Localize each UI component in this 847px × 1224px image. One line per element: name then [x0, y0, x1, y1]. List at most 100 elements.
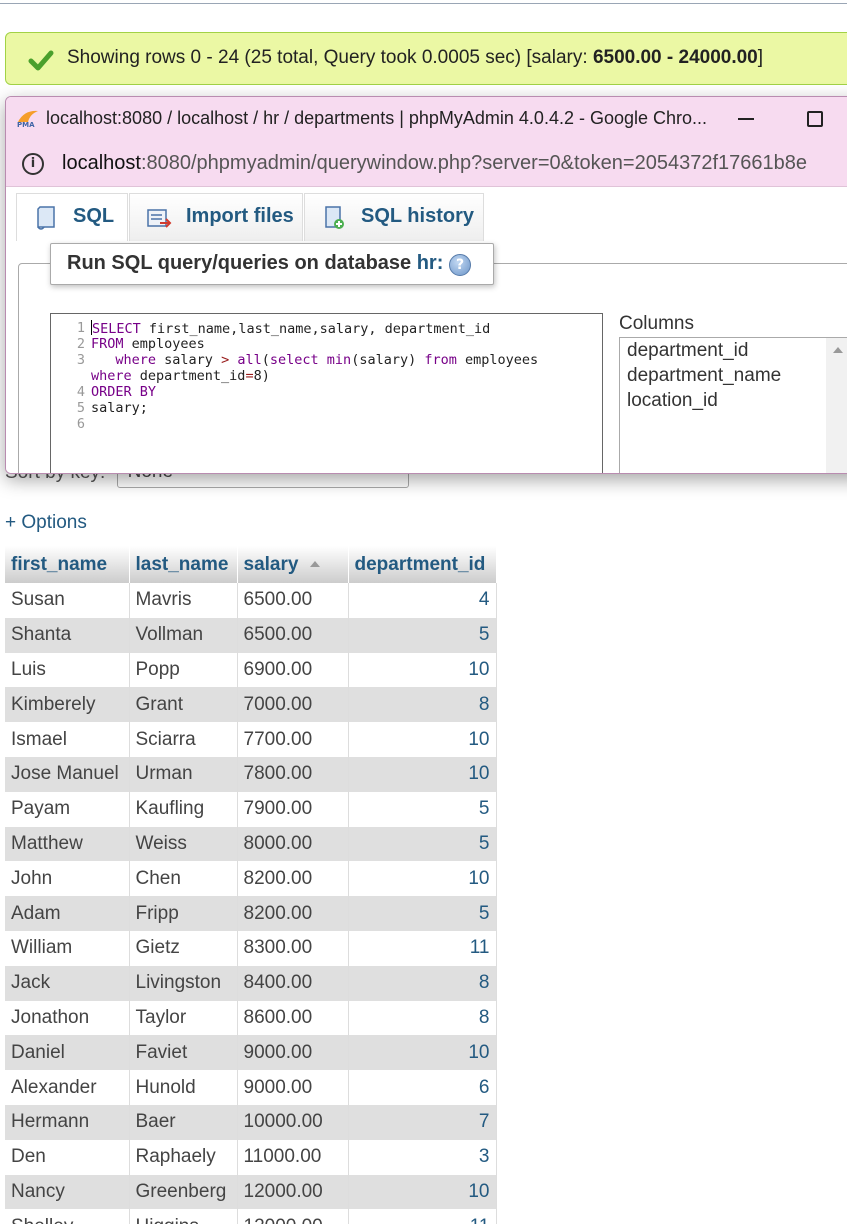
- minimize-icon[interactable]: [738, 118, 754, 120]
- cell-department-id[interactable]: 8: [348, 965, 497, 1001]
- cell-department-id[interactable]: 8: [348, 687, 497, 723]
- table-row[interactable]: ShelleyHiggins12000.0011: [5, 1209, 497, 1224]
- address-bar[interactable]: i localhost:8080/phpmyadmin/querywindow.…: [6, 141, 847, 187]
- cell-first-name: Shelley: [5, 1209, 130, 1224]
- table-row[interactable]: Jack Livingston 8400.00 8: [5, 965, 497, 1001]
- cell-last-name: Baer: [129, 1104, 238, 1140]
- cell-department-id[interactable]: 8: [348, 1000, 497, 1036]
- tab-sql-history[interactable]: SQL history: [304, 193, 484, 241]
- tab-sql-history-label: SQL history: [361, 205, 474, 227]
- cell-department-id[interactable]: 7: [348, 1104, 497, 1140]
- cell-salary: 8600.00: [237, 1000, 349, 1036]
- table-row[interactable]: Nancy Greenberg 12000.00 10: [5, 1174, 497, 1210]
- cell-department-id[interactable]: 5: [348, 896, 497, 931]
- tab-import-files[interactable]: Import files: [129, 193, 303, 241]
- cell-last-name: Mavris: [129, 583, 238, 618]
- cell-department-id[interactable]: 10: [348, 756, 497, 792]
- column-option[interactable]: department_id: [620, 338, 847, 363]
- legend-database: hr:: [416, 252, 444, 274]
- cell-department-id[interactable]: 5: [348, 826, 497, 862]
- table-row[interactable]: Kimberely Grant 7000.00 8: [5, 687, 497, 723]
- cell-salary: 8200.00: [237, 861, 349, 897]
- column-option[interactable]: department_name: [620, 363, 847, 388]
- table-row[interactable]: Daniel Faviet 9000.00 10: [5, 1035, 497, 1071]
- cell-department-id[interactable]: 4: [348, 583, 497, 618]
- phpmyadmin-logo-icon: PMA: [17, 110, 38, 128]
- cell-department-id[interactable]: 10: [348, 652, 497, 688]
- url-path: :8080/phpmyadmin/querywindow.php?server=…: [140, 152, 807, 174]
- window-title: localhost:8080 / localhost / hr / depart…: [46, 108, 708, 128]
- window-titlebar: PMA localhost:8080 / localhost / hr / de…: [6, 97, 847, 141]
- code-line-1: SELECT first_name,last_name,salary, depa…: [91, 320, 491, 337]
- scroll-up-arrow-icon[interactable]: [833, 347, 843, 353]
- cell-last-name: Raphaely: [129, 1139, 238, 1175]
- line-number: 2: [76, 336, 85, 352]
- cell-department-id[interactable]: 5: [348, 617, 497, 653]
- cell-department-id[interactable]: 10: [348, 1174, 497, 1210]
- table-header-row: first_name last_name salary department_i…: [5, 546, 497, 583]
- cell-first-name: Payam: [5, 791, 130, 827]
- cell-last-name: Hunold: [129, 1070, 238, 1105]
- table-row[interactable]: John Chen 8200.00 10: [5, 861, 497, 897]
- column-header-last-name[interactable]: last_name: [129, 546, 238, 583]
- cell-department-id[interactable]: 3: [348, 1139, 497, 1175]
- cell-last-name: Greenberg: [129, 1174, 238, 1210]
- cell-last-name: Kaufling: [129, 791, 238, 827]
- columns-scrollbar[interactable]: [826, 338, 847, 473]
- cell-last-name: Sciarra: [129, 722, 238, 757]
- url-text[interactable]: localhost:8080/phpmyadmin/querywindow.ph…: [62, 152, 807, 175]
- options-link[interactable]: + Options: [5, 512, 87, 534]
- cell-department-id[interactable]: 6: [348, 1070, 497, 1105]
- cell-last-name: Popp: [129, 652, 238, 688]
- table-row[interactable]: Ismael Sciarra 7700.00 10: [5, 722, 497, 757]
- sql-code[interactable]: SELECT first_name,last_name,salary, depa…: [91, 320, 591, 432]
- columns-list[interactable]: department_id department_name location_i…: [619, 337, 847, 473]
- table-row[interactable]: Luis Popp 6900.00 10: [5, 652, 497, 688]
- table-row[interactable]: Adam Fripp 8200.00 5: [5, 896, 497, 931]
- maximize-icon[interactable]: [807, 111, 823, 127]
- cell-salary: 7800.00: [237, 756, 349, 792]
- cell-salary: 8300.00: [237, 930, 349, 966]
- table-row[interactable]: Jonathon Taylor 8600.00 8: [5, 1000, 497, 1036]
- table-row[interactable]: Payam Kaufling 7900.00 5: [5, 791, 497, 827]
- cell-last-name: Grant: [129, 687, 238, 723]
- table-row[interactable]: William Gietz 8300.00 11: [5, 930, 497, 966]
- cell-last-name: Weiss: [129, 826, 238, 862]
- cell-last-name: Gietz: [129, 930, 238, 966]
- cell-salary: 8200.00: [237, 896, 349, 931]
- column-header-department-id[interactable]: department_id: [348, 546, 497, 583]
- table-row[interactable]: Den Raphaely 11000.00 3: [5, 1139, 497, 1175]
- salary-header-label: salary: [243, 553, 299, 575]
- tab-sql[interactable]: SQL: [16, 193, 128, 241]
- cell-salary: 8000.00: [237, 826, 349, 862]
- results-table: first_name last_name salary department_i…: [5, 546, 497, 1224]
- cell-department-id[interactable]: 5: [348, 791, 497, 827]
- table-row[interactable]: Alexander Hunold 9000.00 6: [5, 1070, 497, 1105]
- cell-department-id[interactable]: 11: [348, 930, 497, 966]
- cell-first-name: Luis: [5, 652, 130, 688]
- cell-last-name: Vollman: [129, 617, 238, 653]
- cell-department-id[interactable]: 10: [348, 861, 497, 897]
- help-icon[interactable]: ?: [449, 254, 471, 276]
- cell-first-name: Nancy: [5, 1174, 130, 1210]
- cell-department-id[interactable]: 10: [348, 722, 497, 757]
- query-window-content: SQL Import files SQL history Run SQL que…: [6, 187, 847, 473]
- column-header-first-name[interactable]: first_name: [5, 546, 130, 583]
- cell-last-name: Urman: [129, 756, 238, 792]
- cell-department-id[interactable]: 11: [348, 1209, 497, 1224]
- table-row[interactable]: Susan Mavris 6500.00 4: [5, 583, 497, 618]
- table-row[interactable]: Shanta Vollman 6500.00 5: [5, 617, 497, 653]
- info-icon[interactable]: i: [22, 153, 44, 175]
- table-row[interactable]: Hermann Baer 10000.00 7: [5, 1104, 497, 1140]
- column-header-salary[interactable]: salary: [237, 546, 349, 583]
- table-row[interactable]: Jose Manuel Urman 7800.00 10: [5, 756, 497, 792]
- cell-last-name: Fripp: [129, 896, 238, 931]
- cell-salary: 12000.00: [237, 1174, 349, 1210]
- cell-first-name: Shanta: [5, 617, 130, 653]
- cell-department-id[interactable]: 10: [348, 1035, 497, 1071]
- table-row[interactable]: Matthew Weiss 8000.00 5: [5, 826, 497, 862]
- code-line-3: where salary > all(select min(salary) fr…: [115, 352, 539, 368]
- column-option[interactable]: location_id: [620, 388, 847, 413]
- sql-query-editor[interactable]: 123 456 SELECT first_name,last_name,salar…: [50, 313, 603, 473]
- tab-bar: SQL Import files SQL history: [16, 193, 847, 241]
